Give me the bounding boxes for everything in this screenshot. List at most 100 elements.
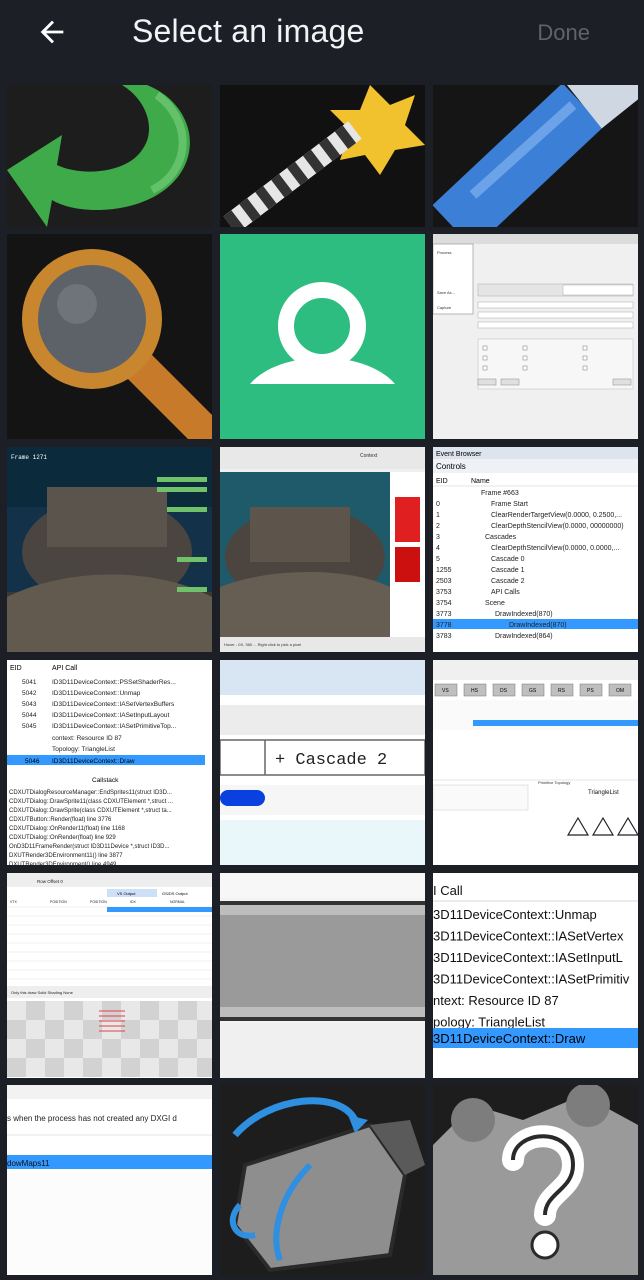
image-thumbnail[interactable]	[7, 234, 212, 439]
column-call: API Call	[52, 665, 78, 672]
row-eid: 1	[436, 512, 440, 519]
row-eid: 5043	[22, 701, 37, 708]
column-call: I Call	[433, 883, 463, 898]
row-eid: 3778	[436, 622, 452, 629]
callstack-line: CDXUTDialog::DrawSprite(class CDXUTEleme…	[9, 808, 172, 814]
checker-square	[64, 1001, 83, 1020]
cascade-label: + Cascade 2	[275, 751, 387, 770]
checker-square	[121, 1058, 140, 1077]
tab-vs-output: VS Output	[117, 891, 136, 896]
image-thumbnail[interactable]	[220, 85, 425, 227]
row-call: ID3D11DeviceContext::IASetVertexBuffers	[52, 701, 175, 708]
checker-square	[178, 1001, 197, 1020]
callstack-line: OnD3D11FrameRender(struct ID3D11Device *…	[9, 844, 170, 850]
toolbar-label: Context	[360, 453, 378, 459]
selected-call: ID3D11DeviceContext::Draw	[52, 758, 135, 765]
selected-eid: 5046	[25, 758, 40, 765]
pipeline-stage-label: OM	[616, 688, 624, 694]
image-thumbnail[interactable]: Context Hover - 0X, 360 ... Right click …	[220, 447, 425, 652]
image-thumbnail[interactable]: VS HS DS GS RS PS OM Primitive Topology Triang…	[433, 660, 638, 865]
row-eid: 5044	[22, 712, 37, 719]
row-eid: 5042	[22, 690, 37, 697]
pipeline-stage-label: HS	[471, 688, 479, 694]
checker-square	[121, 1020, 140, 1039]
zoomed-tree-screenshot: + Cascade 2	[220, 660, 425, 865]
checker-square	[26, 1039, 45, 1058]
image-thumbnail[interactable]: Event Browser Controls EID Name Frame #6…	[433, 447, 638, 652]
row-name: Scene	[485, 600, 505, 607]
callstack-line: CDXUTDialogResourceManager::EndSprites11…	[9, 790, 172, 796]
row-eid: 5041	[22, 679, 37, 686]
callstack-line: CDXUTDialog::DrawSprite11(class CDXUTEle…	[9, 799, 173, 805]
checker-square	[197, 1039, 212, 1058]
api-calls-screenshot: EID API Call 5041 ID3D11DeviceContext::PS…	[7, 660, 212, 865]
checker-square	[7, 1001, 26, 1020]
checker-square	[64, 1039, 83, 1058]
topology-label: Primitive Topology	[538, 780, 570, 785]
done-button[interactable]: Done	[537, 20, 590, 46]
row-name: API Calls	[491, 589, 520, 596]
checker-square	[64, 1020, 83, 1039]
callstack-line: DXUTRender3DEnvironment11() line 3877	[9, 853, 123, 859]
callstack-line: CDXUTDialog::OnRender(float) line 929	[9, 835, 116, 841]
row-eid: 4	[436, 545, 440, 552]
checker-square	[45, 1039, 64, 1058]
toolbar-label: Row Offset 0	[37, 879, 63, 884]
column-header: VTX	[10, 900, 17, 904]
status-text: Hover - 0X, 360 ... Right click to pick …	[224, 642, 301, 647]
column-header: POSITION	[90, 900, 107, 904]
undo-arrow-icon	[7, 85, 212, 227]
image-thumbnail[interactable]	[433, 1085, 638, 1275]
menu-item: Save As...	[437, 290, 455, 295]
row-name: DrawIndexed(870)	[495, 611, 553, 618]
controls-label: Controls	[436, 462, 466, 471]
checker-square	[26, 1058, 45, 1077]
image-thumbnail[interactable]	[220, 1085, 425, 1275]
checker-square	[140, 1020, 159, 1039]
image-thumbnail[interactable]: s when the process has not created any D…	[7, 1085, 212, 1275]
image-thumbnail[interactable]: + Cascade 2	[220, 660, 425, 865]
arrow-back-icon	[40, 20, 64, 44]
image-thumbnail[interactable]: I Call 3D11DeviceContext::Unmap3D11Devic…	[433, 873, 638, 1078]
image-thumbnail[interactable]	[220, 234, 425, 439]
checker-square	[45, 1001, 64, 1020]
image-thumbnail[interactable]	[433, 85, 638, 227]
row-name: Cascade 1	[491, 567, 525, 574]
image-thumbnail[interactable]	[220, 873, 425, 1078]
marker-icon	[433, 85, 638, 227]
row-call: ID3D11DeviceContext::IASetPrimitiveTop..…	[52, 723, 176, 730]
row-name: DrawIndexed(870)	[509, 622, 567, 629]
checker-square	[197, 1001, 212, 1020]
call-line: 3D11DeviceContext::IASetPrimitiv	[433, 972, 630, 987]
row-eid: 5045	[22, 723, 37, 730]
app-bar: Select an image Done	[0, 0, 644, 80]
row-name: Cascade 2	[491, 578, 525, 585]
magnifier-icon	[7, 234, 212, 439]
checker-square	[178, 1058, 197, 1077]
call-line: pology: TriangleList	[433, 1015, 545, 1030]
checker-square	[102, 1039, 121, 1058]
zoomed-api-calls-screenshot: I Call 3D11DeviceContext::Unmap3D11Devic…	[433, 873, 638, 1078]
row-eid: 1255	[436, 567, 452, 574]
checker-square	[7, 1039, 26, 1058]
checker-square	[159, 1058, 178, 1077]
image-thumbnail[interactable]: Row Offset 0 VS Output GS/DS Output VTX P…	[7, 873, 212, 1078]
image-thumbnail[interactable]: Process Save As... Capture	[433, 234, 638, 439]
back-button[interactable]	[28, 8, 76, 56]
call-line: 3D11DeviceContext::Unmap	[433, 907, 597, 922]
message-screenshot: s when the process has not created any D…	[7, 1085, 212, 1275]
callstack-line: CDXUTButton::Render(float) line 3776	[9, 817, 112, 823]
checker-square	[26, 1020, 45, 1039]
checker-square	[140, 1001, 159, 1020]
checker-square	[83, 1039, 102, 1058]
row-call: ID3D11DeviceContext::Unmap	[52, 690, 141, 697]
checker-square	[178, 1039, 197, 1058]
context-line: context: Resource ID 87	[52, 735, 122, 742]
event-browser-screenshot: Event Browser Controls EID Name Frame #6…	[433, 447, 638, 652]
checker-square	[7, 1020, 26, 1039]
column-header: IDX	[130, 900, 137, 904]
image-thumbnail[interactable]: EID API Call 5041 ID3D11DeviceContext::PS…	[7, 660, 212, 865]
debugger-screenshot: Context Hover - 0X, 360 ... Right click …	[220, 447, 425, 652]
image-thumbnail[interactable]: Frame 1271	[7, 447, 212, 652]
image-thumbnail[interactable]	[7, 85, 212, 227]
